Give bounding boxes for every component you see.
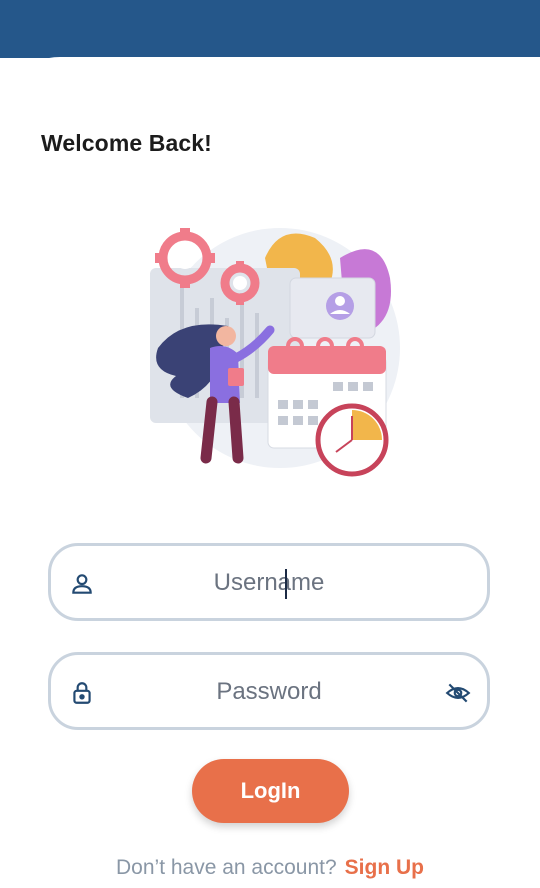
text-caret bbox=[285, 569, 287, 599]
password-input[interactable] bbox=[107, 669, 431, 715]
password-field[interactable] bbox=[48, 652, 490, 730]
signup-prompt: Don’t have an account? bbox=[116, 856, 337, 879]
lock-icon bbox=[73, 682, 91, 704]
welcome-title: Welcome Back! bbox=[41, 130, 212, 156]
person-icon bbox=[72, 574, 92, 594]
eye-off-icon[interactable] bbox=[445, 680, 471, 706]
top-header-bar bbox=[0, 0, 540, 58]
signup-link[interactable]: Sign Up bbox=[345, 856, 424, 879]
username-input[interactable] bbox=[107, 560, 431, 606]
login-button[interactable]: LogIn bbox=[192, 759, 349, 823]
signup-row: Don’t have an account? Sign Up bbox=[0, 856, 540, 880]
username-field[interactable] bbox=[48, 543, 490, 621]
scheduling-illustration bbox=[150, 228, 400, 477]
